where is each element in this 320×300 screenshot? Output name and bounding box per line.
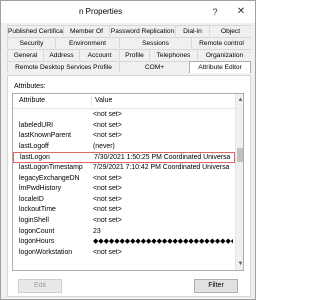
- attribute-rows: <not set> labeledURI <not set> lastKnownPar…: [13, 110, 235, 258]
- table-row[interactable]: lmPwdHistory <not set>: [13, 184, 235, 195]
- table-row[interactable]: lastKnownParent <not set>: [13, 131, 235, 142]
- table-row[interactable]: labeledURI <not set>: [13, 121, 235, 132]
- scroll-down-icon[interactable]: ▼: [236, 258, 243, 270]
- attributes-list[interactable]: Attribute Value <not set> labeledURI <not …: [12, 93, 244, 271]
- tab-organization[interactable]: Organization: [197, 49, 251, 60]
- table-row[interactable]: lastLogoff (never): [13, 142, 235, 153]
- attribute-value: <not set>: [93, 174, 122, 182]
- tab-account[interactable]: Account: [79, 49, 119, 60]
- attribute-name: labeledURI: [19, 121, 54, 129]
- table-row[interactable]: loginShell <not set>: [13, 216, 235, 227]
- tab-row-1: Published Certificates Member Of Passwor…: [7, 25, 251, 36]
- tab-security[interactable]: Security: [7, 37, 55, 48]
- attribute-name: lockoutTime: [19, 206, 56, 214]
- attribute-value: <not set>: [93, 216, 122, 224]
- table-row[interactable]: lockoutTime <not set>: [13, 205, 235, 216]
- tab-com-plus[interactable]: COM+: [119, 61, 189, 72]
- attribute-name: lastLogoff: [19, 142, 49, 150]
- table-row[interactable]: localeID <not set>: [13, 195, 235, 206]
- tab-member-of[interactable]: Member Of: [63, 25, 109, 36]
- tab-object[interactable]: Object: [209, 25, 251, 36]
- help-button[interactable]: ?: [207, 4, 223, 20]
- title-bar: n Properties ? ✕: [1, 1, 255, 23]
- tab-attribute-editor[interactable]: Attribute Editor: [189, 61, 251, 73]
- tab-sessions[interactable]: Sessions: [119, 37, 191, 48]
- attribute-name: localeID: [19, 195, 44, 203]
- table-row[interactable]: logonHours ◆◆◆◆◆◆◆◆◆◆◆◆◆◆◆◆◆◆◆◆◆◆◆◆◆◆◆◆◆◆…: [13, 237, 235, 248]
- table-row[interactable]: legacyExchangeDN <not set>: [13, 174, 235, 185]
- close-button[interactable]: ✕: [233, 4, 249, 20]
- attribute-name: logonWorkstation: [19, 248, 73, 256]
- attribute-editor-panel: Attributes: Attribute Value <not set> lab…: [7, 75, 251, 297]
- edit-button[interactable]: Edit: [18, 279, 62, 293]
- attribute-name: lmPwdHistory: [19, 185, 62, 193]
- list-header: Attribute Value: [13, 94, 235, 109]
- scroll-thumb[interactable]: [237, 148, 243, 162]
- window-title: n Properties: [79, 7, 123, 16]
- tab-published-certificates[interactable]: Published Certificates: [7, 25, 72, 36]
- tab-remote-control[interactable]: Remote control: [191, 37, 251, 48]
- attribute-value: (never): [93, 142, 115, 150]
- attributes-label: Attributes:: [14, 83, 46, 90]
- properties-dialog: n Properties ? ✕ Published Certificates …: [0, 0, 256, 300]
- attribute-name: legacyExchangeDN: [19, 174, 80, 182]
- tab-environment[interactable]: Environment: [55, 37, 119, 48]
- tab-remote-desktop-services-profile[interactable]: Remote Desktop Services Profile: [7, 61, 119, 72]
- tab-dial-in[interactable]: Dial-in: [175, 25, 209, 36]
- attribute-value: <not set>: [93, 121, 122, 129]
- tab-password-replication[interactable]: Password Replication: [109, 25, 175, 36]
- table-row[interactable]: lastLogon 7/30/2021 1:50:25 PM Coordinate…: [13, 152, 235, 163]
- column-header-value[interactable]: Value: [95, 97, 112, 104]
- attribute-value: <not set>: [93, 206, 122, 214]
- attribute-value: <not set>: [93, 195, 122, 203]
- tab-profile[interactable]: Profile: [119, 49, 149, 60]
- attribute-name: lastKnownParent: [19, 132, 72, 140]
- attribute-name: logonHours: [19, 238, 55, 246]
- tab-row-2: Security Environment Sessions Remote con…: [7, 37, 251, 48]
- attribute-value: <not set>: [93, 111, 122, 118]
- attribute-value: <not set>: [93, 248, 122, 256]
- attribute-name: loginShell: [19, 216, 49, 224]
- tab-address[interactable]: Address: [43, 49, 79, 60]
- column-divider[interactable]: [91, 96, 92, 106]
- attribute-value: ◆◆◆◆◆◆◆◆◆◆◆◆◆◆◆◆◆◆◆◆◆◆◆◆◆◆◆◆◆◆◆: [93, 238, 233, 246]
- attribute-name: lastLogonTimestamp: [19, 163, 83, 171]
- table-row[interactable]: logonCount 23: [13, 227, 235, 238]
- table-row[interactable]: lastLogonTimestamp 7/29/2021 7:10:42 PM C…: [13, 163, 235, 174]
- vertical-scrollbar[interactable]: ▲ ▼: [235, 94, 243, 270]
- attribute-value: 7/29/2021 7:10:42 PM Coordinated Univers…: [93, 163, 230, 171]
- tab-general[interactable]: General: [7, 49, 43, 60]
- table-row[interactable]: <not set>: [13, 110, 235, 121]
- tab-telephones[interactable]: Telephones: [149, 49, 197, 60]
- attribute-name: logonCount: [19, 227, 55, 235]
- attribute-value: 23: [93, 227, 101, 235]
- filter-button[interactable]: Filter: [194, 279, 238, 293]
- table-row[interactable]: logonWorkstation <not set>: [13, 248, 235, 259]
- tab-row-4: Remote Desktop Services Profile COM+ Att…: [7, 61, 251, 73]
- tab-row-3: General Address Account Profile Telephon…: [7, 49, 251, 60]
- attribute-value: <not set>: [93, 132, 122, 140]
- attribute-value: <not set>: [93, 185, 122, 193]
- scroll-up-icon[interactable]: ▲: [236, 94, 243, 106]
- column-header-attribute[interactable]: Attribute: [19, 97, 45, 104]
